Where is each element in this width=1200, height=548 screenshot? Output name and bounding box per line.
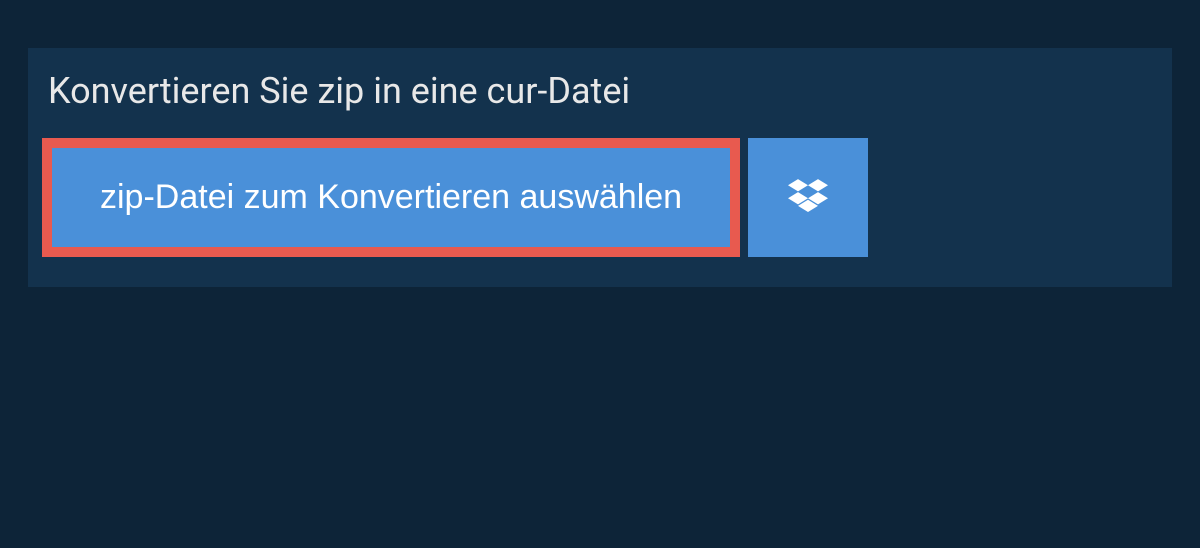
converter-panel: Konvertieren Sie zip in eine cur-Datei z… <box>28 48 1172 287</box>
dropbox-icon <box>788 176 828 220</box>
select-file-button[interactable]: zip-Datei zum Konvertieren auswählen <box>52 148 730 247</box>
page-title: Konvertieren Sie zip in eine cur-Datei <box>28 48 1172 138</box>
select-file-highlight: zip-Datei zum Konvertieren auswählen <box>42 138 740 257</box>
button-row: zip-Datei zum Konvertieren auswählen <box>28 138 1172 257</box>
dropbox-button[interactable] <box>748 138 868 257</box>
